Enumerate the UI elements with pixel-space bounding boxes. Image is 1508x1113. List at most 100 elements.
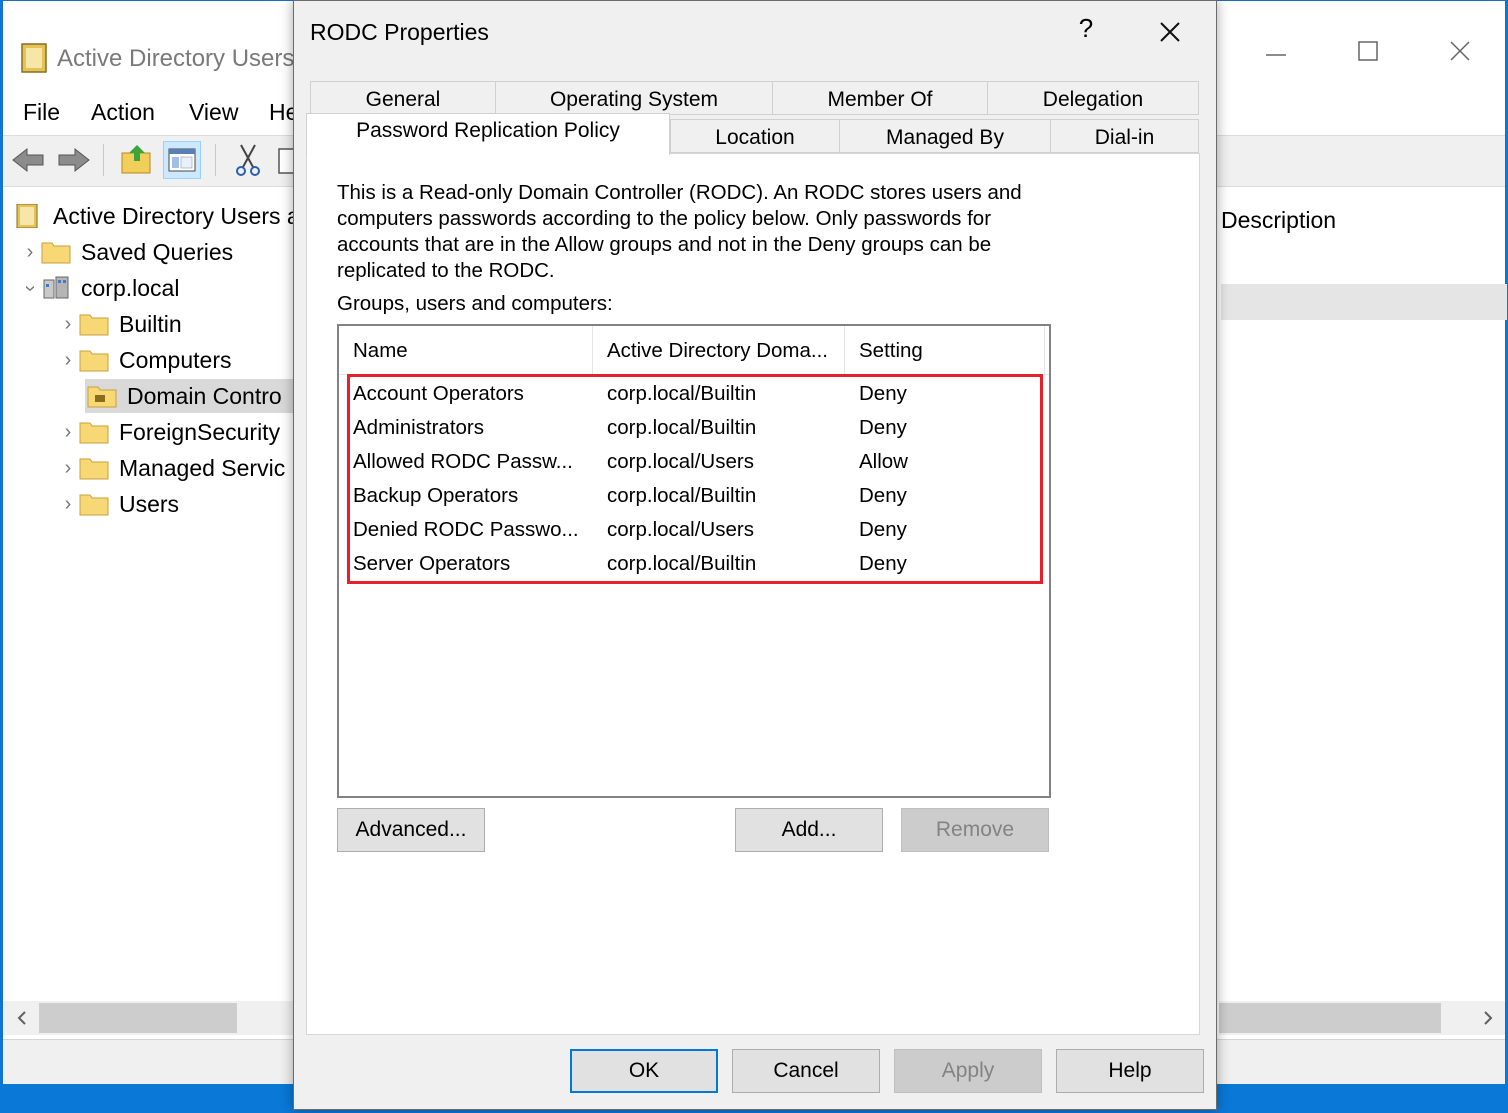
tree-item-domain-controllers[interactable]: Domain Contro xyxy=(85,379,305,413)
forward-button[interactable] xyxy=(55,141,93,179)
cell-name: Administrators xyxy=(353,416,485,439)
back-button[interactable] xyxy=(9,141,47,179)
show-console-tree-button[interactable] xyxy=(163,141,201,179)
menu-file[interactable]: File xyxy=(23,99,60,126)
toolbar-separator xyxy=(103,144,104,176)
tree-item-foreign-security[interactable]: › ForeignSecurity xyxy=(57,415,280,449)
listview-header: Name Active Directory Doma... Setting xyxy=(339,326,1049,375)
up-level-button[interactable] xyxy=(117,141,155,179)
tree-item-users[interactable]: › Users xyxy=(57,487,179,521)
tab-managed-by[interactable]: Managed By xyxy=(839,119,1051,153)
ok-button[interactable]: OK xyxy=(570,1049,718,1093)
tree-item-managed-service[interactable]: › Managed Servic xyxy=(57,451,286,485)
table-row[interactable]: Account Operators corp.local/Builtin Den… xyxy=(339,377,1049,411)
tree-item-corp-local[interactable]: › corp.local xyxy=(19,271,180,305)
forward-arrow-icon xyxy=(58,147,90,173)
tab-operating-system[interactable]: Operating System xyxy=(495,81,773,115)
scrollbar-thumb[interactable] xyxy=(1219,1003,1441,1033)
table-row[interactable]: Server Operators corp.local/Builtin Deny xyxy=(339,547,1049,581)
cell-name: Backup Operators xyxy=(353,484,519,507)
cell-setting: Deny xyxy=(859,518,907,541)
tree-item-label: Saved Queries xyxy=(81,238,234,265)
dialog-close-button[interactable] xyxy=(1144,13,1196,51)
tree-item-label: Active Directory Users a xyxy=(53,202,300,229)
chevron-right-icon[interactable]: › xyxy=(57,493,79,516)
tree-item-computers[interactable]: › Computers xyxy=(57,343,232,377)
tab-delegation[interactable]: Delegation xyxy=(987,81,1199,115)
apply-button[interactable]: Apply xyxy=(894,1049,1042,1093)
scroll-right-icon[interactable] xyxy=(1471,1001,1505,1035)
folder-icon xyxy=(79,314,109,336)
copy-button[interactable] xyxy=(273,141,295,179)
folder-up-icon xyxy=(121,145,151,174)
chevron-right-icon[interactable]: › xyxy=(57,349,79,372)
tab-member-of[interactable]: Member Of xyxy=(772,81,988,115)
aduc-icon xyxy=(16,204,38,228)
table-row[interactable]: Allowed RODC Passw... corp.local/Users A… xyxy=(339,445,1049,479)
password-replication-panel: This is a Read-only Domain Controller (R… xyxy=(306,153,1200,1035)
cell-domain: corp.local/Builtin xyxy=(607,416,757,439)
mmc-close-button[interactable] xyxy=(1437,39,1483,75)
folder-icon xyxy=(79,422,109,444)
tab-dial-in[interactable]: Dial-in xyxy=(1050,119,1199,153)
help-dialog-button[interactable]: Help xyxy=(1056,1049,1204,1093)
scrollbar-thumb[interactable] xyxy=(39,1003,237,1033)
folder-icon xyxy=(79,458,109,480)
cell-domain: corp.local/Users xyxy=(607,518,754,541)
menu-view[interactable]: View xyxy=(189,99,238,126)
chevron-down-icon[interactable]: › xyxy=(19,277,42,299)
chevron-right-icon[interactable]: › xyxy=(57,313,79,336)
description-column-header[interactable]: Description xyxy=(1221,207,1336,234)
aduc-app-icon xyxy=(21,43,47,73)
chevron-right-icon[interactable]: › xyxy=(57,457,79,480)
advanced-button[interactable]: Advanced... xyxy=(337,808,485,852)
cell-domain: corp.local/Users xyxy=(607,450,754,473)
tree-item-label: Domain Contro xyxy=(127,382,282,409)
tree-item-label: Managed Servic xyxy=(119,454,286,481)
help-button[interactable]: ? xyxy=(1066,13,1106,49)
groups-list-label: Groups, users and computers: xyxy=(337,292,613,315)
list-horizontal-scrollbar[interactable] xyxy=(1219,1001,1505,1035)
table-row[interactable]: Backup Operators corp.local/Builtin Deny xyxy=(339,479,1049,513)
cancel-button[interactable]: Cancel xyxy=(732,1049,880,1093)
add-button[interactable]: Add... xyxy=(735,808,883,852)
column-header-domain[interactable]: Active Directory Doma... xyxy=(593,326,845,374)
scroll-left-icon[interactable] xyxy=(5,1001,39,1035)
tree-item-builtin[interactable]: › Builtin xyxy=(57,307,182,341)
tree-item-saved-queries[interactable]: › Saved Queries xyxy=(19,235,233,269)
chevron-right-icon[interactable]: › xyxy=(19,241,41,264)
dialog-title: RODC Properties xyxy=(310,19,489,45)
cell-setting: Deny xyxy=(859,382,907,405)
maximize-button[interactable] xyxy=(1345,39,1391,75)
maximize-icon xyxy=(1358,41,1378,61)
tab-password-replication-policy[interactable]: Password Replication Policy xyxy=(306,113,670,155)
menu-action[interactable]: Action xyxy=(91,99,155,126)
cell-setting: Deny xyxy=(859,484,907,507)
chevron-right-icon[interactable]: › xyxy=(57,421,79,444)
tree-item-label: ForeignSecurity xyxy=(119,418,281,445)
column-header-name[interactable]: Name xyxy=(339,326,593,374)
column-header-setting[interactable]: Setting xyxy=(845,326,1045,374)
groups-listview[interactable]: Name Active Directory Doma... Setting Ac… xyxy=(337,324,1051,798)
console-tree-icon xyxy=(168,148,196,172)
cell-setting: Deny xyxy=(859,416,907,439)
cut-button[interactable] xyxy=(229,141,267,179)
tab-general[interactable]: General xyxy=(310,81,496,115)
list-item[interactable] xyxy=(1221,284,1507,320)
minimize-button[interactable] xyxy=(1253,39,1299,75)
mmc-title: Active Directory Users xyxy=(57,45,295,72)
toolbar-separator xyxy=(215,144,216,176)
folder-icon xyxy=(79,350,109,372)
tree-item-aduc-root[interactable]: Active Directory Users a xyxy=(13,199,300,233)
copy-icon xyxy=(278,148,295,174)
close-icon xyxy=(1160,22,1180,42)
cell-setting: Allow xyxy=(859,450,908,473)
cell-name: Server Operators xyxy=(353,552,511,575)
tree-horizontal-scrollbar[interactable] xyxy=(3,1001,295,1035)
table-row[interactable]: Administrators corp.local/Builtin Deny xyxy=(339,411,1049,445)
tab-location[interactable]: Location xyxy=(670,119,840,153)
rodc-properties-dialog: RODC Properties ? General Operating Syst… xyxy=(293,0,1217,1110)
remove-button[interactable]: Remove xyxy=(901,808,1049,852)
tree-item-label: corp.local xyxy=(81,274,180,301)
table-row[interactable]: Denied RODC Passwo... corp.local/Users D… xyxy=(339,513,1049,547)
